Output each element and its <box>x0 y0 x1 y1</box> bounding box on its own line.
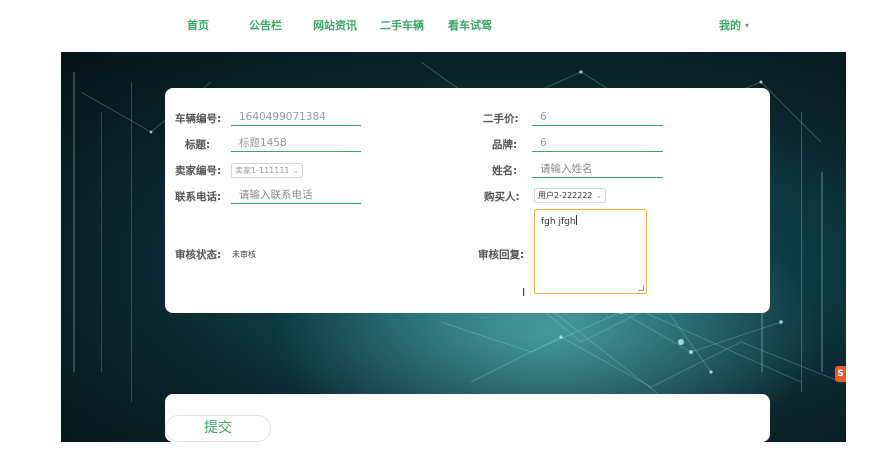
price-field[interactable]: 6 <box>532 110 663 126</box>
page-bottom-strip <box>0 442 874 451</box>
chevron-down-icon: ▾ <box>745 21 750 30</box>
name-label: 姓名: <box>492 165 518 177</box>
nav-user-label: 我的 <box>719 19 741 32</box>
seller-select[interactable]: 卖家1-111111 ⌄ <box>231 163 304 178</box>
seller-select-value: 卖家1-111111 <box>235 166 290 175</box>
buyer-select-value: 用户2-222222 <box>538 191 593 200</box>
nav-notice-board[interactable]: 公告栏 <box>249 17 282 33</box>
phone-input[interactable]: 请输入联系电话 <box>231 188 361 204</box>
brand-field[interactable]: 6 <box>532 136 663 152</box>
nav-test-drive[interactable]: 看车试驾 <box>448 17 492 33</box>
nav-user-menu[interactable]: 我的 ▾ <box>719 17 749 33</box>
title-label: 标题: <box>185 139 211 151</box>
top-navigation: 首页 公告栏 网站资讯 二手车辆 看车试驾 我的 ▾ <box>0 0 874 52</box>
nav-site-news[interactable]: 网站资讯 <box>313 17 357 33</box>
vehicle-no-field[interactable]: 1640499071384 <box>231 110 361 126</box>
submit-button[interactable]: 提交 <box>165 415 271 442</box>
buyer-select[interactable]: 用户2-222222 ⌄ <box>534 188 607 203</box>
seller-no-label: 卖家编号: <box>175 165 222 177</box>
vehicle-no-label: 车辆编号: <box>175 113 222 125</box>
buyer-label: 购买人: <box>484 191 520 203</box>
resize-handle-icon[interactable] <box>638 285 644 291</box>
audit-reply-label: 审核回复: <box>478 249 525 261</box>
floating-s-badge-icon[interactable]: S <box>835 366 846 382</box>
phone-label: 联系电话: <box>175 191 222 203</box>
text-cursor-icon: I <box>522 286 526 299</box>
price-label: 二手价: <box>483 113 519 125</box>
title-field[interactable]: 标题1458 <box>231 136 361 152</box>
chevron-down-icon: ⌄ <box>595 191 603 200</box>
name-input[interactable]: 请输入姓名 <box>532 162 663 178</box>
text-caret <box>575 215 577 225</box>
brand-label: 品牌: <box>492 139 518 151</box>
nav-used-vehicles[interactable]: 二手车辆 <box>380 17 424 33</box>
nav-home[interactable]: 首页 <box>187 17 209 33</box>
audit-status-value: 未审核 <box>232 250 256 259</box>
audit-reply-textarea[interactable]: fgh jfgh <box>534 209 647 294</box>
audit-reply-text: fgh jfgh <box>541 217 576 227</box>
chevron-down-icon: ⌄ <box>292 166 300 175</box>
audit-status-label: 审核状态: <box>175 249 222 261</box>
